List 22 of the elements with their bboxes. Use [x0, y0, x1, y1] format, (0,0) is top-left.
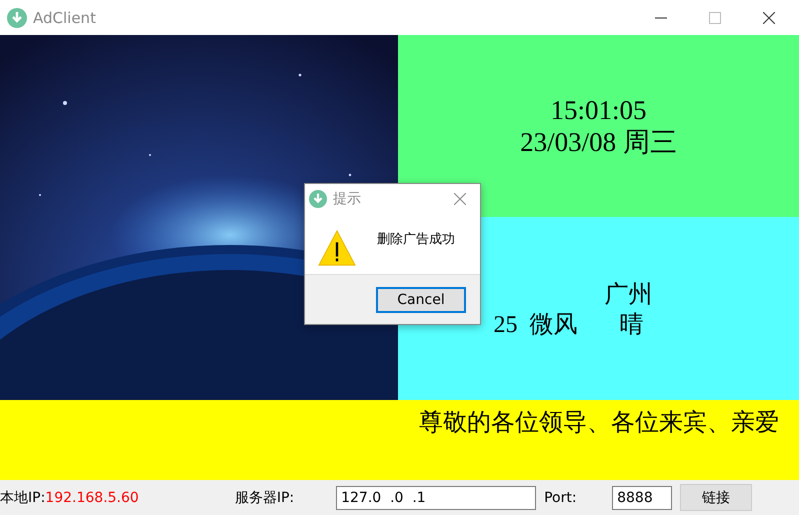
dialog-title: 提示 — [333, 190, 361, 208]
clock-date: 23/03/08 周三 — [520, 126, 677, 158]
marquee-text: 尊敬的各位领导、各位来宾、亲爱 — [419, 408, 779, 438]
weather-wind: 微风 — [530, 311, 578, 340]
port-field[interactable]: 8888 — [612, 486, 672, 510]
server-ip-label: 服务器IP: — [234, 488, 294, 506]
server-ip-field[interactable]: 127.0 .0 .1 — [336, 486, 536, 510]
window-title: AdClient — [33, 8, 96, 26]
port-label: Port: — [544, 490, 578, 506]
dialog-message: 删除广告成功 — [377, 231, 455, 248]
app-icon — [7, 8, 27, 28]
cancel-button[interactable]: Cancel — [376, 286, 466, 312]
weather-condition: 晴 — [620, 311, 644, 340]
clock-time: 15:01:05 — [550, 94, 646, 126]
close-icon[interactable] — [763, 12, 775, 24]
app-icon — [309, 190, 327, 208]
local-ip-label: 本地IP: — [0, 488, 46, 506]
weather-temperature: 25 — [494, 311, 518, 340]
local-ip-value: 192.168.5.60 — [45, 490, 139, 506]
connect-button[interactable]: 链接 — [680, 484, 752, 511]
weather-city: 广州 — [604, 280, 652, 310]
warning-icon — [317, 229, 357, 267]
